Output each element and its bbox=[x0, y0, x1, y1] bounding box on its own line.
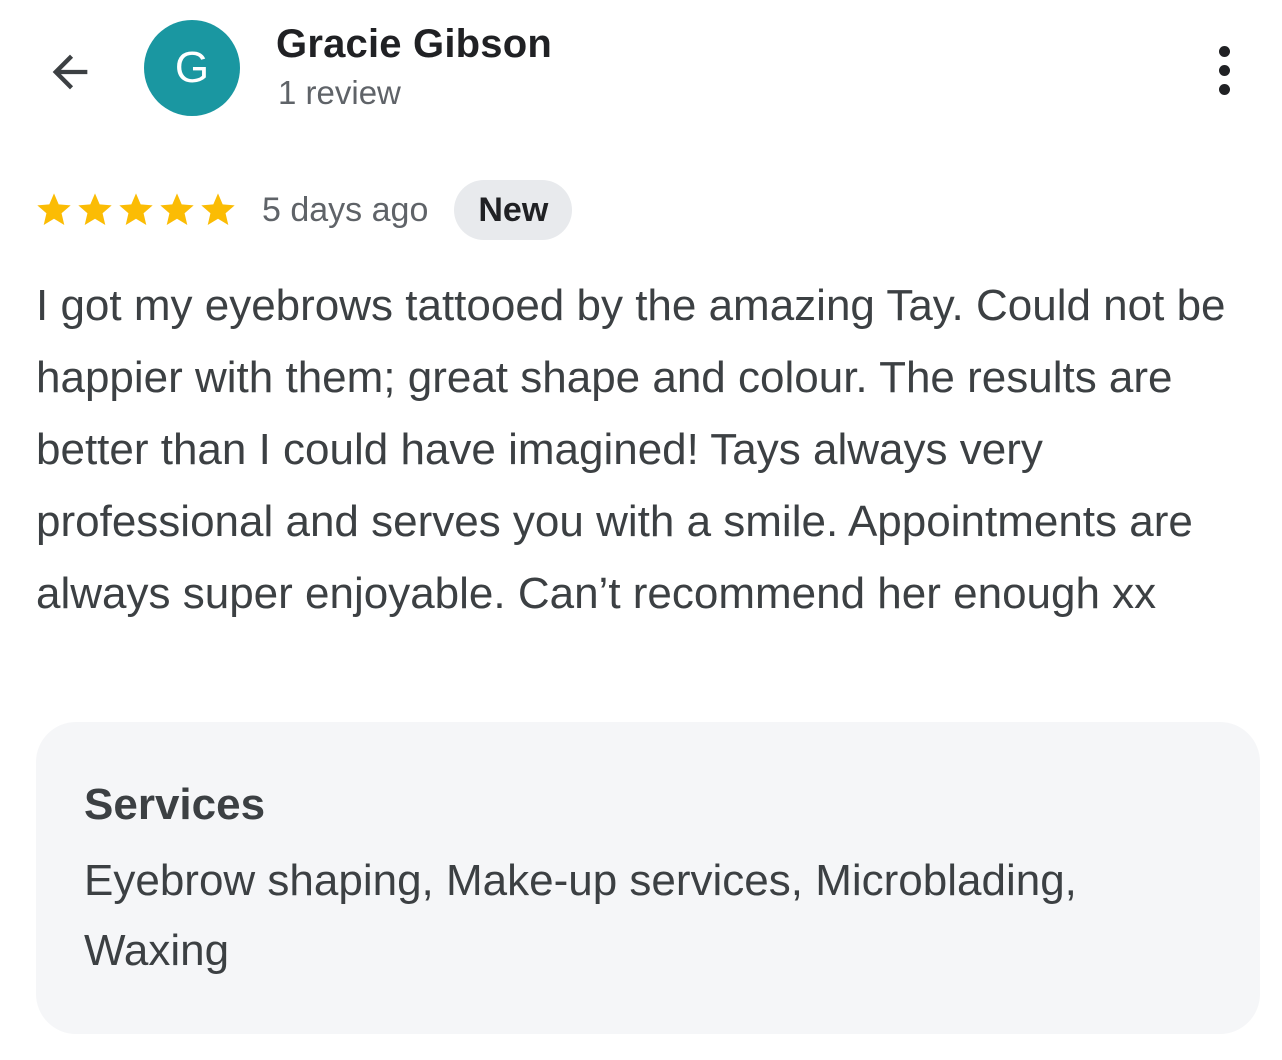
avatar-initial: G bbox=[174, 43, 210, 92]
star-icon bbox=[201, 193, 235, 225]
back-button[interactable] bbox=[34, 36, 106, 108]
star-rating bbox=[34, 190, 238, 230]
services-title: Services bbox=[84, 780, 266, 829]
avatar[interactable]: G bbox=[144, 20, 240, 116]
star-icon bbox=[160, 193, 194, 225]
review-text: I got my eyebrows tattooed by the amazin… bbox=[36, 281, 1226, 618]
more-vertical-icon-dot bbox=[1218, 64, 1230, 76]
star-icon bbox=[78, 193, 112, 225]
services-card: Services Eyebrow shaping, Make-up servic… bbox=[36, 722, 1260, 1034]
review-date: 5 days ago bbox=[262, 190, 429, 229]
more-options-button[interactable] bbox=[1196, 38, 1252, 102]
review-count: 1 review bbox=[278, 74, 401, 111]
star-icon bbox=[37, 193, 71, 225]
rating-row: 5 days ago New bbox=[34, 180, 573, 240]
more-vertical-icon bbox=[1218, 45, 1230, 57]
services-list: Eyebrow shaping, Make-up services, Micro… bbox=[84, 856, 1077, 975]
more-vertical-icon-dot bbox=[1218, 83, 1230, 95]
arrow-back-icon bbox=[52, 54, 88, 90]
new-badge: New bbox=[454, 180, 573, 240]
star-icon bbox=[119, 193, 153, 225]
reviewer-name[interactable]: Gracie Gibson bbox=[276, 22, 552, 67]
